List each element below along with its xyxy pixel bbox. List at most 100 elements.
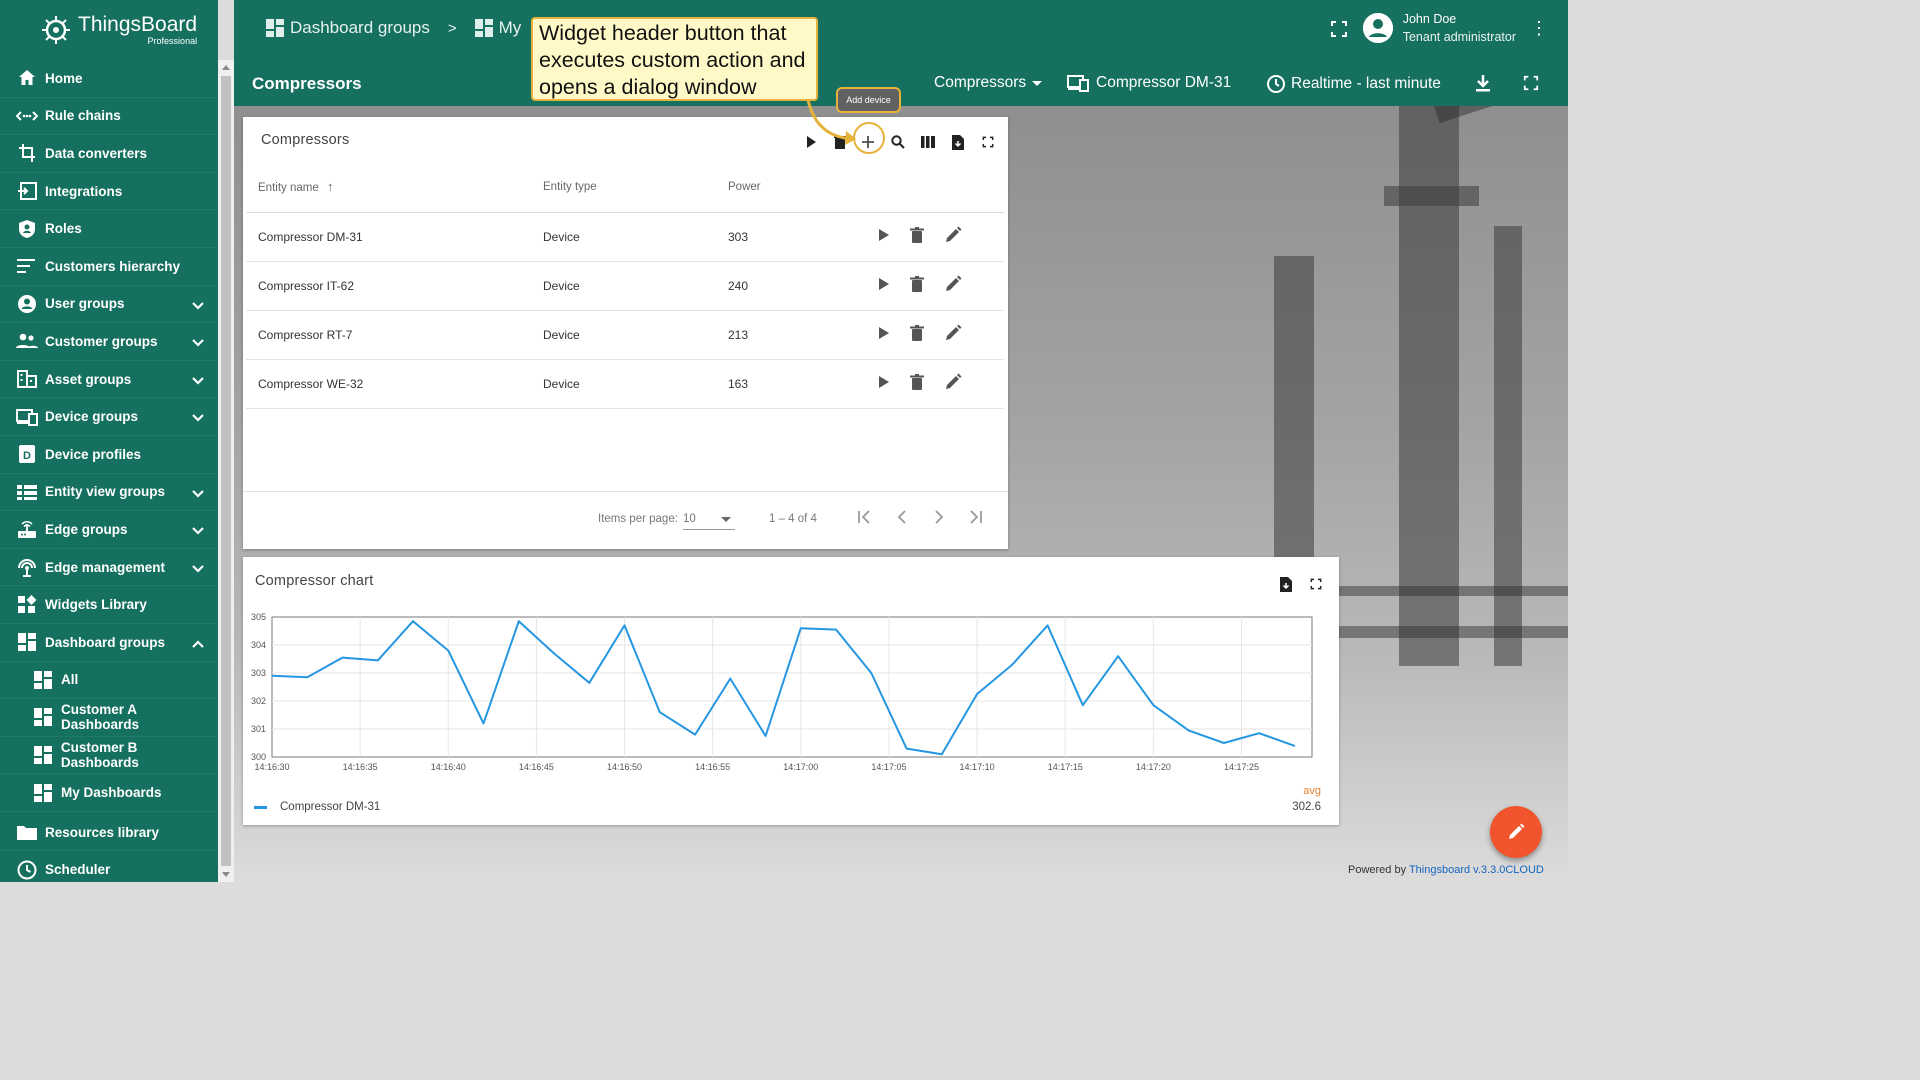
sidebar-item-device-groups[interactable]: Device groups xyxy=(0,398,218,436)
columns-button[interactable] xyxy=(915,129,941,155)
fullscreen-icon xyxy=(982,136,994,148)
data-point xyxy=(447,649,450,652)
column-header-entity-name[interactable]: Entity name ↑ xyxy=(246,162,543,213)
version-link[interactable]: Thingsboard v.3.3.0CLOUD xyxy=(1409,864,1544,876)
widget-fullscreen-button[interactable] xyxy=(975,129,1001,155)
download-icon[interactable] xyxy=(1474,74,1492,92)
edit-icon[interactable] xyxy=(944,373,962,394)
first-page-icon[interactable] xyxy=(855,508,873,526)
sidebar-item-customer-groups[interactable]: Customer groups xyxy=(0,323,218,361)
play-icon[interactable] xyxy=(878,228,890,245)
delete-icon[interactable] xyxy=(910,227,924,246)
sidebar-item-scheduler[interactable]: Scheduler xyxy=(0,851,218,882)
sidebar-item-edge-groups[interactable]: Edge groups xyxy=(0,511,218,549)
sidebar-item-asset-groups[interactable]: Asset groups xyxy=(0,361,218,399)
chevron-down-icon[interactable] xyxy=(192,298,204,313)
column-header-entity-type[interactable]: Entity type xyxy=(543,162,728,213)
last-page-icon[interactable] xyxy=(967,508,985,526)
edit-icon[interactable] xyxy=(944,324,962,345)
scrollbar-thumb[interactable] xyxy=(221,76,231,866)
chevron-up-icon[interactable] xyxy=(192,636,204,651)
column-header-power[interactable]: Power xyxy=(728,162,858,213)
sidebar-item-label: Device groups xyxy=(45,409,139,425)
sidebar-item-label: Customers hierarchy xyxy=(45,258,181,274)
sidebar-item-my-dashboards[interactable]: My Dashboards xyxy=(0,774,218,812)
dashboard-icon xyxy=(266,19,284,37)
sidebar-item-customer-a-dashboards[interactable]: Customer A Dashboards xyxy=(0,699,218,737)
brand[interactable]: ThingsBoard Professional xyxy=(0,0,218,60)
plot-frame xyxy=(271,616,1313,758)
breadcrumb-my[interactable]: My xyxy=(499,18,522,38)
legend-series-name[interactable]: Compressor DM-31 xyxy=(280,801,380,813)
fullscreen-icon[interactable] xyxy=(1330,20,1348,38)
table-row[interactable]: Compressor IT-62 Device 240 xyxy=(246,261,1004,311)
data-point xyxy=(1117,655,1119,657)
sidebar-item-edge-management[interactable]: Edge management xyxy=(0,549,218,587)
sidebar-item-dashboard-groups[interactable]: Dashboard groups xyxy=(0,624,218,662)
breadcrumb-separator: > xyxy=(447,19,457,37)
y-tick-label: 304 xyxy=(251,640,266,650)
delete-icon[interactable] xyxy=(910,276,924,295)
sidebar-item-all[interactable]: All xyxy=(0,662,218,700)
table-row[interactable]: Compressor DM-31 Device 303 xyxy=(246,212,1004,262)
chevron-down-icon[interactable] xyxy=(192,373,204,388)
entity-select[interactable]: Compressor DM-31 xyxy=(1067,74,1231,92)
breadcrumb-dashboard-groups[interactable]: Dashboard groups xyxy=(290,18,430,38)
sidebar-item-customers-hierarchy[interactable]: Customers hierarchy xyxy=(0,248,218,286)
sidebar-item-widgets-library[interactable]: Widgets Library xyxy=(0,586,218,624)
devices-icon xyxy=(16,406,38,428)
sidebar-item-resources-library[interactable]: Resources library xyxy=(0,814,218,852)
delete-icon[interactable] xyxy=(910,325,924,344)
sidebar-scrollbar[interactable] xyxy=(218,60,234,882)
timeseries-chart-widget: Compressor chart 300 301 302 303 304 305 14:16… xyxy=(243,557,1339,825)
fullscreen-icon[interactable] xyxy=(1523,75,1539,91)
y-tick-label: 303 xyxy=(251,668,266,678)
sidebar-item-label: Roles xyxy=(45,221,82,237)
device-profile-icon: D xyxy=(16,443,38,465)
sidebar-item-home[interactable]: Home xyxy=(0,60,218,98)
cell-entity-type: Device xyxy=(543,310,728,360)
chevron-right-icon[interactable] xyxy=(930,508,948,526)
sidebar-item-label: Edge groups xyxy=(45,521,128,537)
chevron-down-icon[interactable] xyxy=(192,561,204,576)
sidebar-item-label: All xyxy=(61,672,79,688)
sidebar-item-entity-view-groups[interactable]: Entity view groups xyxy=(0,474,218,512)
table-row[interactable]: Compressor RT-7 Device 213 xyxy=(246,310,1004,360)
edit-icon[interactable] xyxy=(944,275,962,296)
search-button[interactable] xyxy=(885,129,911,155)
state-select-value: Compressors xyxy=(934,74,1027,91)
user-menu[interactable]: John Doe Tenant administrator ⋮ xyxy=(1362,12,1548,44)
chevron-down-icon[interactable] xyxy=(192,335,204,350)
play-icon[interactable] xyxy=(878,326,890,343)
sidebar-item-rule-chains[interactable]: Rule chains xyxy=(0,98,218,136)
table-row[interactable]: Compressor WE-32 Device 163 xyxy=(246,359,1004,409)
sidebar-item-customer-b-dashboards[interactable]: Customer B Dashboards xyxy=(0,737,218,775)
data-point xyxy=(1293,745,1296,747)
data-point xyxy=(1258,732,1260,734)
chevron-down-icon[interactable] xyxy=(192,486,204,501)
page-size-select[interactable]: 10 xyxy=(683,510,735,530)
play-icon[interactable] xyxy=(878,277,890,294)
chevron-down-icon[interactable] xyxy=(192,410,204,425)
sidebar-item-user-groups[interactable]: User groups xyxy=(0,286,218,324)
more-vert-icon[interactable]: ⋮ xyxy=(1530,18,1548,39)
cell-entity-type: Device xyxy=(543,212,728,262)
sidebar-item-label: Customer B Dashboards xyxy=(60,739,139,770)
sidebar-item-data-converters[interactable]: Data converters xyxy=(0,135,218,173)
cell-entity-name: Compressor WE-32 xyxy=(246,359,543,409)
state-select[interactable]: Compressors xyxy=(934,74,1043,92)
entities-table: Entity name ↑ Entity type Power Compress… xyxy=(246,162,1004,409)
timewindow[interactable]: Realtime - last minute xyxy=(1266,74,1441,94)
chevron-down-icon[interactable] xyxy=(192,523,204,538)
edit-dashboard-button[interactable] xyxy=(1490,806,1542,858)
sidebar-item-roles[interactable]: Roles xyxy=(0,210,218,248)
x-tick-label: 14:17:10 xyxy=(960,762,995,772)
chevron-left-icon[interactable] xyxy=(893,508,911,526)
sidebar-item-integrations[interactable]: Integrations xyxy=(0,173,218,211)
export-button[interactable] xyxy=(945,129,971,155)
sidebar-item-label: Customer A Dashboards xyxy=(60,702,139,733)
play-icon[interactable] xyxy=(878,375,890,392)
sidebar-item-device-profiles[interactable]: D Device profiles xyxy=(0,436,218,474)
edit-icon[interactable] xyxy=(944,226,962,247)
delete-icon[interactable] xyxy=(910,374,924,393)
